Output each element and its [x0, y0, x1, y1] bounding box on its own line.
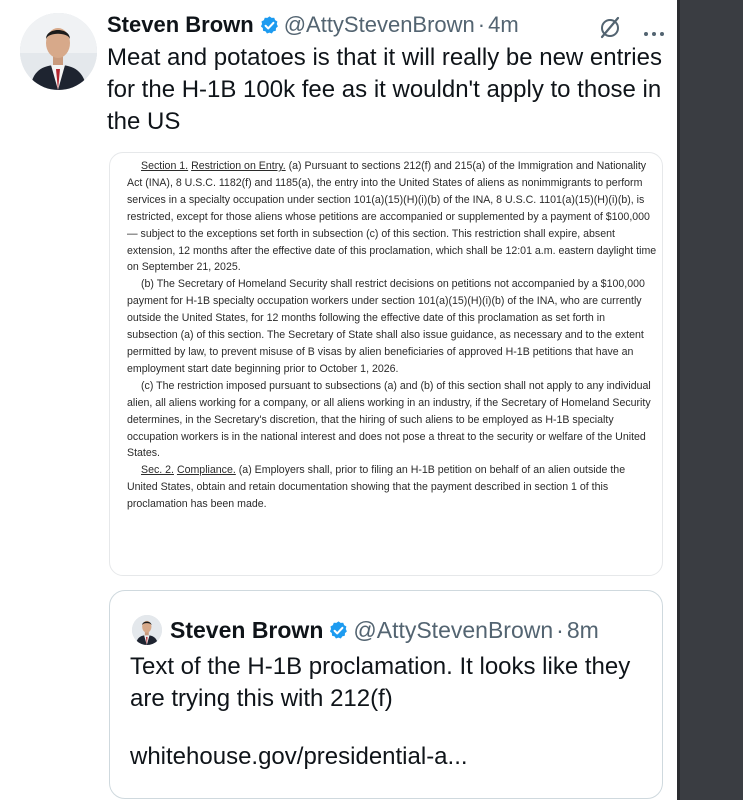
window-edge-shadow	[677, 0, 680, 800]
tweet-timestamp[interactable]: 4m	[488, 12, 519, 38]
doc-section-2-heading: Compliance.	[176, 464, 236, 477]
tweet-text: Meat and potatoes is that it will really…	[107, 44, 662, 135]
tweet-header: Steven Brown @AttyStevenBrown · 4m	[107, 10, 519, 40]
doc-section-2: Sec. 2. Compliance. (a) Employers shall,…	[127, 462, 657, 513]
author-name[interactable]: Steven Brown	[107, 12, 254, 38]
doc-section-1-label: Section 1.	[141, 160, 189, 172]
quoted-tweet[interactable]: Steven Brown @AttyStevenBrown · 8m Text …	[109, 590, 663, 799]
window-edge-bar	[677, 0, 743, 800]
doc-section-2-label: Sec. 2.	[141, 464, 174, 477]
verified-badge-icon	[259, 15, 280, 36]
avatar-image	[20, 13, 97, 90]
grok-icon[interactable]	[597, 14, 623, 45]
attached-image[interactable]: Section 1. Restriction on Entry. (a) Pur…	[109, 152, 663, 576]
proclamation-text: Section 1. Restriction on Entry. (a) Pur…	[127, 158, 657, 513]
quote-header: Steven Brown @AttyStevenBrown · 8m	[170, 613, 599, 647]
separator-dot: ·	[477, 12, 486, 37]
quote-separator-dot: ·	[556, 616, 564, 643]
quote-timestamp[interactable]: 8m	[567, 617, 599, 644]
doc-paragraph-b: (b) The Secretary of Homeland Security s…	[127, 278, 645, 375]
doc-section-1-heading: Restriction on Entry.	[191, 160, 286, 172]
author-handle[interactable]: @AttyStevenBrown	[284, 12, 475, 38]
verified-badge-icon	[328, 620, 349, 641]
quote-text: Text of the H-1B proclamation. It looks …	[130, 653, 631, 712]
doc-section-1-body: (a) Pursuant to sections 212(f) and 215(…	[127, 160, 657, 274]
quote-avatar-image	[132, 615, 162, 645]
doc-section-1: Section 1. Restriction on Entry. (a) Pur…	[127, 158, 657, 276]
more-icon[interactable]	[643, 24, 665, 42]
quote-author-handle[interactable]: @AttyStevenBrown	[353, 617, 553, 644]
quote-link[interactable]: whitehouse.gov/presidential-a...	[130, 743, 468, 771]
quote-avatar[interactable]	[132, 615, 162, 645]
doc-paragraph-c: (c) The restriction imposed pursuant to …	[127, 379, 651, 460]
quote-author-name[interactable]: Steven Brown	[170, 617, 323, 644]
avatar[interactable]	[20, 13, 97, 90]
